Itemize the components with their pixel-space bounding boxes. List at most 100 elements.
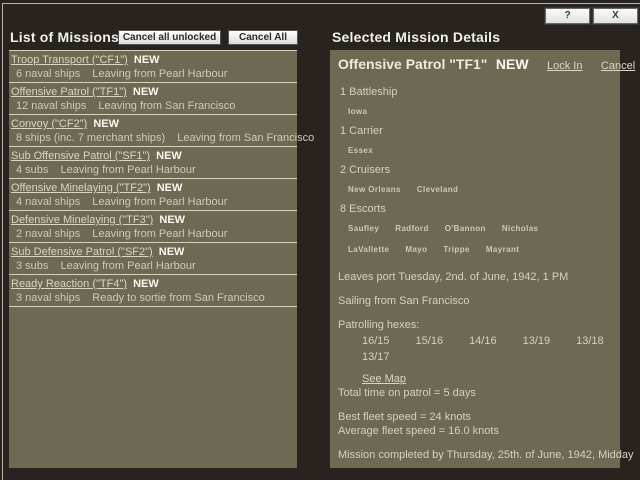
mission-link[interactable]: Offensive Patrol ("TF1")	[11, 86, 127, 98]
mission-title-line: Convoy ("CF2") NEW	[11, 118, 297, 130]
fleet-group-label: 2 Cruisers	[338, 164, 612, 176]
mission-ship-count: 6 naval ships	[16, 68, 80, 80]
see-map-link[interactable]: See Map	[362, 373, 406, 385]
ship-name: LaVallette	[348, 245, 389, 254]
mission-ship-count: 3 subs	[16, 260, 48, 272]
ship-name: Essex	[348, 146, 373, 155]
cancel-all-unlocked-button[interactable]: Cancel all unlocked	[118, 30, 221, 45]
ship-name: Cleveland	[417, 185, 458, 194]
mission-title-line: Sub Defensive Patrol ("SF2") NEW	[11, 246, 297, 258]
ship-name: Nicholas	[502, 224, 539, 233]
mission-list-item[interactable]: Defensive Minelaying ("TF3") NEW 2 naval…	[9, 210, 297, 242]
close-button[interactable]: X	[593, 8, 638, 24]
ship-name: Trippe	[443, 245, 469, 254]
fleet-composition-section: 1 Battleship Iowa 1 Carrier Essex 2 Cruisers…	[338, 86, 612, 257]
detail-title-row: Offensive Patrol "TF1" NEW Lock In Cance…	[338, 56, 612, 74]
hex-coordinate: 13/19	[523, 335, 551, 347]
mission-link[interactable]: Troop Transport ("CF1")	[11, 54, 128, 66]
window-frame-left-edge	[2, 3, 3, 480]
new-badge: NEW	[134, 54, 160, 66]
leaves-port-text: Leaves port Tuesday, 2nd. of June, 1942,…	[338, 271, 612, 283]
detail-new-badge: NEW	[496, 56, 529, 72]
help-button[interactable]: ?	[545, 8, 590, 24]
mission-ship-count: 12 naval ships	[16, 100, 86, 112]
fleet-group-label: 1 Battleship	[338, 86, 612, 98]
hex-coordinate: 13/17	[362, 351, 390, 363]
new-badge: NEW	[93, 118, 119, 130]
best-speed-text: Best fleet speed = 24 knots	[338, 411, 612, 423]
total-time-text: Total time on patrol = 5 days	[338, 387, 612, 399]
ship-name-row: Iowa	[338, 101, 612, 119]
hex-row: 13/17	[338, 351, 612, 363]
sailing-from-text: Sailing from San Francisco	[338, 295, 612, 307]
ship-name: Mayrant	[486, 245, 519, 254]
window-frame-top-edge	[2, 3, 640, 4]
hex-coordinate: 16/15	[362, 335, 390, 347]
mission-ship-count: 4 subs	[16, 164, 48, 176]
ship-name-row: Saufley Radford O'Bannon Nicholas	[338, 218, 612, 236]
new-badge: NEW	[157, 182, 183, 194]
mission-list-item[interactable]: Offensive Minelaying ("TF2") NEW 4 naval…	[9, 178, 297, 210]
mission-title-line: Defensive Minelaying ("TF3") NEW	[11, 214, 297, 226]
mission-subtitle-line: 6 naval ships Leaving from Pearl Harbour	[11, 68, 297, 80]
ship-name: O'Bannon	[445, 224, 486, 233]
mission-link[interactable]: Defensive Minelaying ("TF3")	[11, 214, 153, 226]
mission-origin: Leaving from Pearl Harbour	[60, 260, 195, 272]
mission-ship-count: 3 naval ships	[16, 292, 80, 304]
mission-link[interactable]: Offensive Minelaying ("TF2")	[11, 182, 151, 194]
ship-name-row: New OrleansCleveland	[338, 179, 612, 197]
mission-list-item[interactable]: Offensive Patrol ("TF1") NEW 12 naval sh…	[9, 82, 297, 114]
mission-subtitle-line: 3 naval ships Ready to sortie from San F…	[11, 292, 297, 304]
mission-ship-count: 2 naval ships	[16, 228, 80, 240]
mission-title-line: Sub Offensive Patrol ("SF1") NEW	[11, 150, 297, 162]
ship-name: Iowa	[348, 107, 367, 116]
fleet-group-label: 8 Escorts	[338, 203, 612, 215]
mission-origin: Leaving from San Francisco	[177, 132, 314, 144]
mission-origin: Leaving from Pearl Harbour	[60, 164, 195, 176]
mission-link[interactable]: Convoy ("CF2")	[11, 118, 87, 130]
mission-title-line: Ready Reaction ("TF4") NEW	[11, 278, 297, 290]
cancel-link[interactable]: Cancel	[601, 60, 635, 72]
patrolling-hexes-list: 16/1515/1614/1613/1913/1813/17	[338, 335, 612, 363]
mission-origin: Leaving from Pearl Harbour	[92, 228, 227, 240]
mission-subtitle-line: 4 subs Leaving from Pearl Harbour	[11, 164, 297, 176]
mission-origin: Leaving from Pearl Harbour	[92, 68, 227, 80]
fleet-group-label: 1 Carrier	[338, 125, 612, 137]
mission-list-item[interactable]: Troop Transport ("CF1") NEW 6 naval ship…	[9, 50, 297, 82]
mission-subtitle-line: 4 naval ships Leaving from Pearl Harbour	[11, 196, 297, 208]
mission-subtitle-line: 3 subs Leaving from Pearl Harbour	[11, 260, 297, 272]
mission-list-item[interactable]: Convoy ("CF2") NEW 8 ships (inc. 7 merch…	[9, 114, 297, 146]
hex-coordinate: 14/16	[469, 335, 497, 347]
mission-origin: Leaving from Pearl Harbour	[92, 196, 227, 208]
new-badge: NEW	[159, 214, 185, 226]
selected-mission-details-title: Selected Mission Details	[332, 29, 500, 45]
mission-completed-text: Mission completed by Thursday, 25th. of …	[338, 449, 612, 461]
new-badge: NEW	[133, 278, 159, 290]
mission-list-item[interactable]: Sub Offensive Patrol ("SF1") NEW 4 subs …	[9, 146, 297, 178]
ship-name: Radford	[395, 224, 428, 233]
mission-link[interactable]: Sub Defensive Patrol ("SF2")	[11, 246, 153, 258]
patrolling-hexes-label: Patrolling hexes:	[338, 319, 612, 331]
ship-name: Saufley	[348, 224, 379, 233]
mission-title-line: Troop Transport ("CF1") NEW	[11, 54, 297, 66]
cancel-all-button[interactable]: Cancel All	[228, 30, 298, 45]
mission-link[interactable]: Sub Offensive Patrol ("SF1")	[11, 150, 150, 162]
mission-title-line: Offensive Minelaying ("TF2") NEW	[11, 182, 297, 194]
detail-mission-title: Offensive Patrol "TF1"	[338, 56, 487, 72]
mission-list-panel: Troop Transport ("CF1") NEW 6 naval ship…	[9, 50, 297, 468]
mission-list-item[interactable]: Ready Reaction ("TF4") NEW 3 naval ships…	[9, 274, 297, 307]
mission-list-item[interactable]: Sub Defensive Patrol ("SF2") NEW 3 subs …	[9, 242, 297, 274]
mission-subtitle-line: 8 ships (inc. 7 merchant ships) Leaving …	[11, 132, 297, 144]
mission-title-line: Offensive Patrol ("TF1") NEW	[11, 86, 297, 98]
ship-name: Mayo	[405, 245, 427, 254]
new-badge: NEW	[159, 246, 185, 258]
new-badge: NEW	[133, 86, 159, 98]
mission-origin: Leaving from San Francisco	[98, 100, 235, 112]
lock-in-link[interactable]: Lock In	[547, 60, 582, 72]
mission-link[interactable]: Ready Reaction ("TF4")	[11, 278, 127, 290]
mission-ship-count: 8 ships (inc. 7 merchant ships)	[16, 132, 165, 144]
mission-list-title: List of Missions	[10, 29, 119, 45]
hex-row: 16/1515/1614/1613/1913/18	[338, 335, 612, 347]
hex-coordinate: 13/18	[576, 335, 604, 347]
mission-subtitle-line: 12 naval ships Leaving from San Francisc…	[11, 100, 297, 112]
